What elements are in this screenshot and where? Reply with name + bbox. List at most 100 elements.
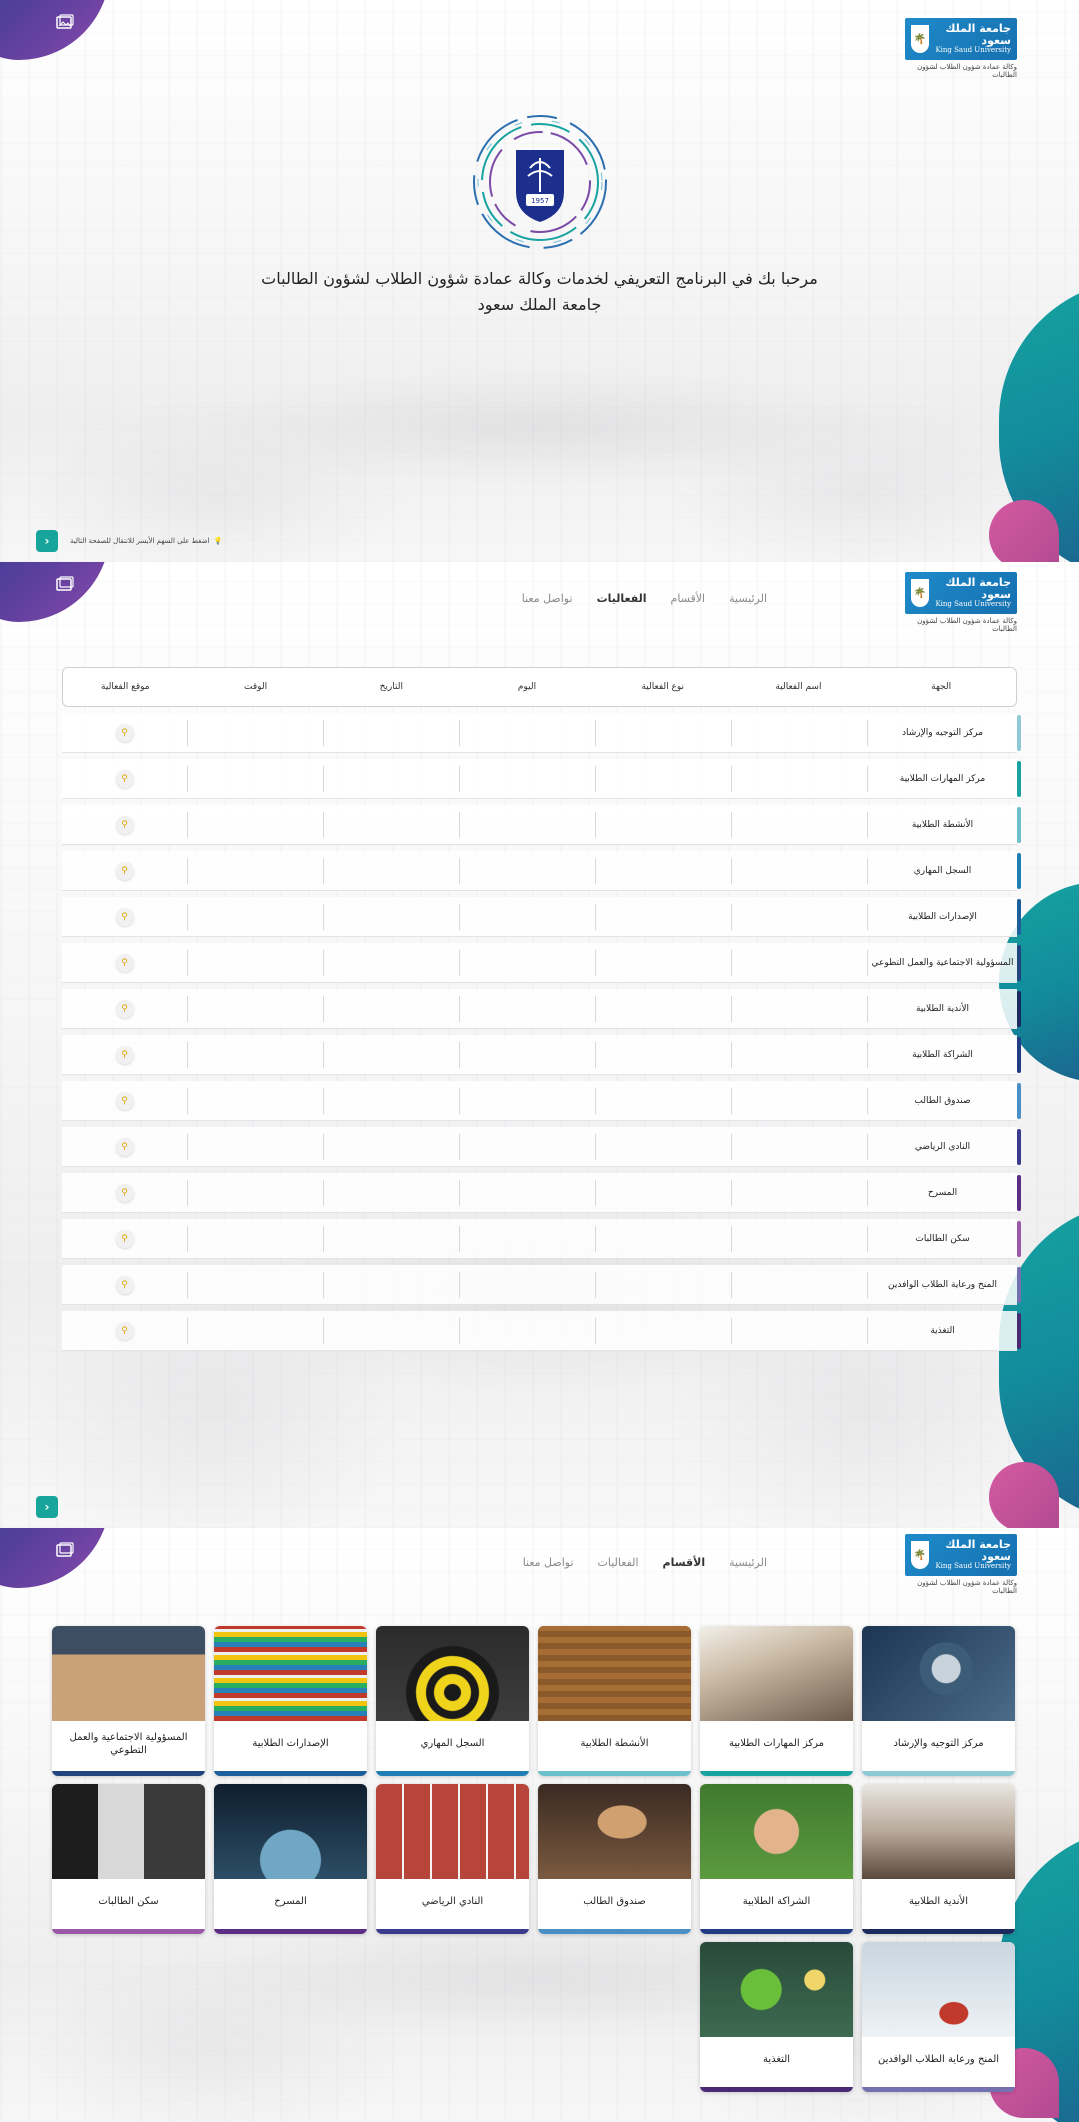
department-card-label: المنح ورعاية الطلاب الوافدين — [877, 2054, 1000, 2065]
nav-home[interactable]: الرئيسية — [729, 1556, 767, 1569]
chevron-right-icon: › — [44, 1500, 50, 1514]
row-empty-cell — [187, 1179, 323, 1206]
location-pin-icon[interactable]: ⚲ — [115, 723, 134, 742]
department-card[interactable]: سكن الطالبات — [52, 1784, 205, 1934]
hands-circle-photo — [700, 1784, 853, 1879]
row-entity: الإصدارات الطلابية — [867, 903, 1017, 930]
row-empty-cell — [731, 1087, 867, 1114]
next-page-hint: 💡 اضغط على السهم الأيسر للانتقال للصفحة … — [70, 537, 222, 545]
department-card[interactable]: السجل المهاري — [376, 1626, 529, 1776]
emblem-year: 1957 — [531, 197, 549, 205]
department-color-stripe — [862, 1929, 1015, 1934]
nav-contact[interactable]: تواصل معنا — [522, 592, 573, 605]
row-empty-cell — [323, 1179, 459, 1206]
row-empty-cell — [459, 1225, 595, 1252]
row-color-bar — [1017, 1267, 1021, 1303]
department-card[interactable]: التغذية — [700, 1942, 853, 2092]
row-location-cell: ⚲ — [62, 858, 187, 884]
next-page-button[interactable]: › — [36, 1496, 58, 1518]
location-pin-icon[interactable]: ⚲ — [115, 1183, 134, 1202]
department-card-label: سكن الطالبات — [98, 1896, 159, 1907]
traveler-photo — [862, 1942, 1015, 2037]
row-empty-cell — [187, 949, 323, 976]
row-empty-cell — [187, 765, 323, 792]
location-pin-icon[interactable]: ⚲ — [115, 1137, 134, 1156]
location-pin-icon[interactable]: ⚲ — [115, 769, 134, 788]
gallery-icon[interactable] — [56, 576, 74, 596]
gallery-icon[interactable] — [56, 1542, 74, 1562]
department-color-stripe — [52, 1771, 205, 1776]
books-photo — [214, 1626, 367, 1721]
location-pin-icon[interactable]: ⚲ — [115, 1321, 134, 1340]
department-card[interactable]: الشراكة الطلابية — [700, 1784, 853, 1934]
department-card[interactable]: مركز التوجيه والإرشاد — [862, 1626, 1015, 1776]
row-empty-cell — [187, 1133, 323, 1160]
row-empty-cell — [731, 903, 867, 930]
row-entity: المسرح — [867, 1179, 1017, 1206]
department-card-label: التغذية — [762, 2054, 791, 2065]
row-empty-cell — [187, 903, 323, 930]
row-entity: صندوق الطالب — [867, 1087, 1017, 1114]
table-row: الأندية الطلابية ⚲ — [62, 989, 1021, 1029]
location-pin-icon[interactable]: ⚲ — [115, 999, 134, 1018]
department-card[interactable]: الأنشطة الطلابية — [538, 1626, 691, 1776]
department-card[interactable]: المسؤولية الاجتماعية والعمل التطوعي — [52, 1626, 205, 1776]
row-empty-cell — [459, 903, 595, 930]
university-logo[interactable]: 🌴 جامعة الملك سعود King Saud University — [905, 1534, 1017, 1576]
nav-contact[interactable]: تواصل معنا — [523, 1556, 574, 1569]
table-row: الشراكة الطلابية ⚲ — [62, 1035, 1021, 1075]
department-color-stripe — [538, 1929, 691, 1934]
department-card-label: مركز التوجيه والإرشاد — [893, 1738, 984, 1749]
nav-sections[interactable]: الأقسام — [671, 592, 706, 605]
department-card[interactable]: المنح ورعاية الطلاب الوافدين — [862, 1942, 1015, 2092]
location-pin-icon[interactable]: ⚲ — [115, 1275, 134, 1294]
department-card[interactable]: النادي الرياضي — [376, 1784, 529, 1934]
location-pin-icon[interactable]: ⚲ — [115, 861, 134, 880]
header-event-name: اسم الفعالية — [775, 682, 822, 692]
row-empty-cell — [595, 1133, 731, 1160]
table-row: المسؤولية الاجتماعية والعمل التطوعي ⚲ — [62, 943, 1021, 983]
department-card[interactable]: صندوق الطالب — [538, 1784, 691, 1934]
university-logo[interactable]: 🌴 جامعة الملك سعود King Saud University — [905, 572, 1017, 614]
header-location: موقع الفعالية — [101, 682, 150, 692]
row-empty-cell — [459, 1041, 595, 1068]
department-card[interactable]: الأندية الطلابية — [862, 1784, 1015, 1934]
department-card[interactable]: المسرح — [214, 1784, 367, 1934]
row-empty-cell — [459, 1087, 595, 1114]
row-location-cell: ⚲ — [62, 1042, 187, 1068]
row-empty-cell — [595, 765, 731, 792]
location-pin-icon[interactable]: ⚲ — [115, 1091, 134, 1110]
location-pin-icon[interactable]: ⚲ — [115, 953, 134, 972]
university-logo[interactable]: 🌴 جامعة الملك سعود King Saud University — [905, 18, 1017, 60]
row-empty-cell — [595, 719, 731, 746]
hero-title-line1: مرحبا بك في البرنامج التعريفي لخدمات وكا… — [261, 269, 818, 288]
logo-arabic: جامعة الملك سعود — [945, 22, 1011, 48]
next-page-button[interactable]: › — [36, 530, 58, 552]
row-empty-cell — [187, 1317, 323, 1344]
logo-arabic: جامعة الملك سعود — [945, 1538, 1011, 1564]
row-empty-cell — [459, 811, 595, 838]
location-pin-icon[interactable]: ⚲ — [115, 1045, 134, 1064]
location-pin-icon[interactable]: ⚲ — [115, 1229, 134, 1248]
department-card[interactable]: مركز المهارات الطلابية — [700, 1626, 853, 1776]
row-color-bar — [1017, 945, 1021, 981]
location-pin-icon[interactable]: ⚲ — [115, 907, 134, 926]
gallery-icon[interactable] — [56, 14, 74, 34]
row-location-cell: ⚲ — [62, 766, 187, 792]
nav-sections[interactable]: الأقسام — [663, 1556, 706, 1569]
main-nav: الرئيسية الأقسام الفعاليات تواصل معنا — [522, 592, 767, 605]
row-color-bar — [1017, 1083, 1021, 1119]
nav-events[interactable]: الفعاليات — [597, 592, 647, 605]
department-card[interactable]: الإصدارات الطلابية — [214, 1626, 367, 1776]
row-location-cell: ⚲ — [62, 904, 187, 930]
coins-jar-photo — [538, 1784, 691, 1879]
logo-subtitle: وكالة عمادة شؤون الطلاب لشؤون الطالبات — [917, 63, 1017, 79]
row-empty-cell — [731, 1271, 867, 1298]
row-empty-cell — [323, 903, 459, 930]
table-row: مركز التوجيه والإرشاد ⚲ — [62, 713, 1021, 753]
nav-events[interactable]: الفعاليات — [598, 1556, 639, 1569]
department-color-stripe — [862, 1771, 1015, 1776]
department-color-stripe — [862, 2087, 1015, 2092]
nav-home[interactable]: الرئيسية — [729, 592, 767, 605]
location-pin-icon[interactable]: ⚲ — [115, 815, 134, 834]
